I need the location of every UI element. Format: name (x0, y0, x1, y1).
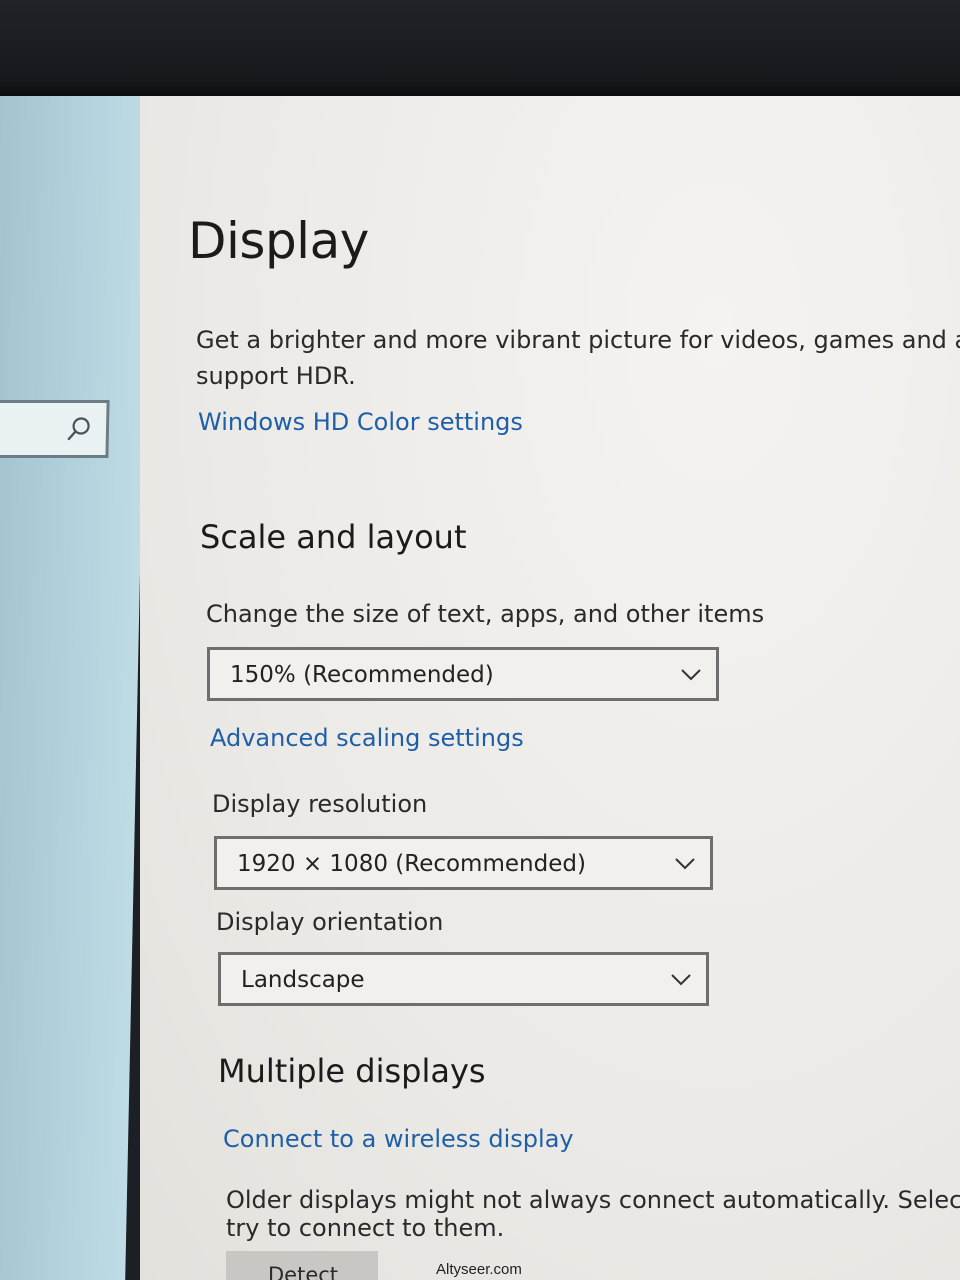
detect-button[interactable]: Detect (226, 1251, 378, 1280)
resolution-dropdown[interactable]: 1920 × 1080 (Recommended) (214, 836, 713, 890)
scale-and-layout-heading: Scale and layout (200, 518, 467, 556)
scale-dropdown-value: 150% (Recommended) (230, 662, 494, 688)
detect-button-label: Detect (268, 1263, 339, 1280)
orientation-dropdown[interactable]: Landscape (218, 952, 709, 1006)
older-displays-text-line2: try to connect to them. (226, 1214, 505, 1242)
older-displays-text-line1: Older displays might not always connect … (226, 1186, 960, 1214)
advanced-scaling-settings-link[interactable]: Advanced scaling settings (210, 724, 524, 752)
monitor-bezel (0, 0, 960, 96)
resolution-dropdown-value: 1920 × 1080 (Recommended) (237, 851, 586, 877)
connect-wireless-display-link[interactable]: Connect to a wireless display (223, 1125, 574, 1153)
multiple-displays-heading: Multiple displays (218, 1052, 486, 1090)
screen: Display Get a brighter and more vibrant … (0, 0, 960, 1280)
windows-hd-color-settings-link[interactable]: Windows HD Color settings (198, 408, 523, 436)
sidebar (0, 96, 151, 1280)
size-label: Change the size of text, apps, and other… (206, 600, 765, 628)
orientation-label: Display orientation (216, 908, 444, 936)
settings-content: Display Get a brighter and more vibrant … (140, 96, 960, 1280)
chevron-down-icon (671, 974, 691, 986)
search-icon[interactable] (66, 415, 93, 443)
orientation-dropdown-value: Landscape (241, 967, 365, 993)
chevron-down-icon (675, 858, 695, 870)
hdr-description-line2: support HDR. (196, 362, 356, 390)
hdr-description-line1: Get a brighter and more vibrant picture … (196, 326, 960, 354)
page-title: Display (188, 212, 369, 270)
watermark: Altyseer.com (436, 1261, 522, 1278)
chevron-down-icon (681, 669, 701, 681)
resolution-label: Display resolution (212, 790, 428, 818)
search-input[interactable] (0, 400, 110, 458)
scale-dropdown[interactable]: 150% (Recommended) (207, 647, 719, 701)
